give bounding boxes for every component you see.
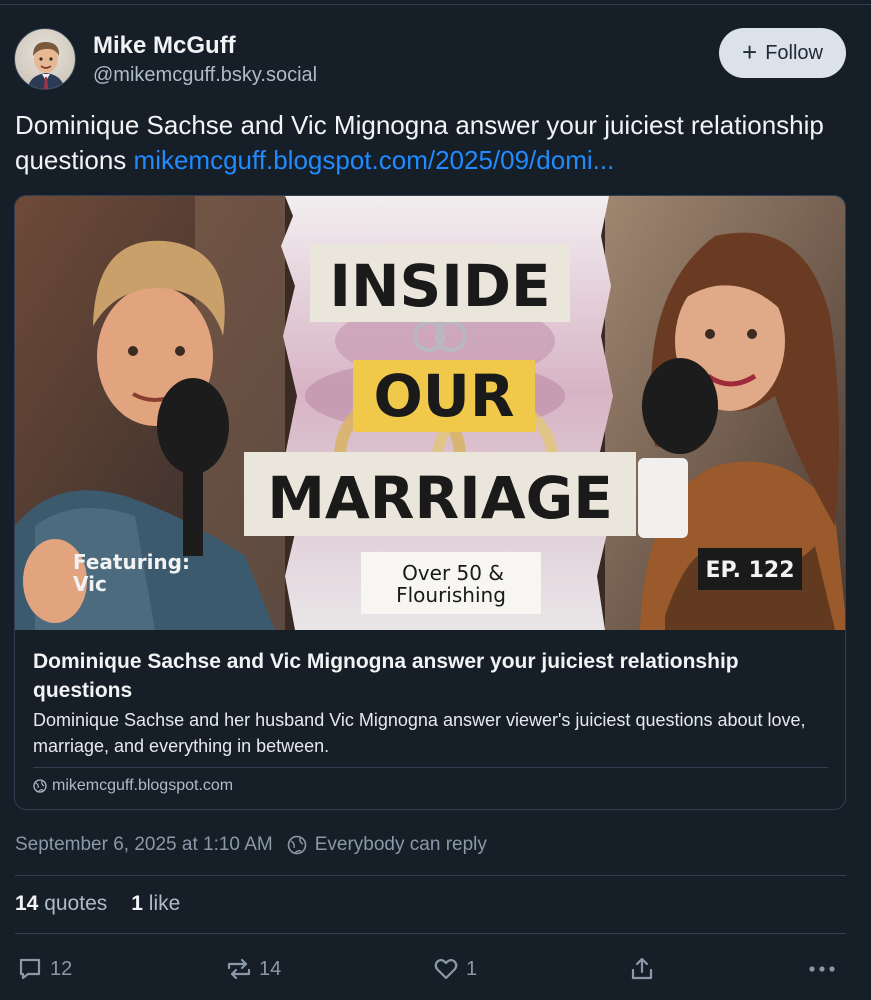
- thumb-title-line1: INSIDE: [329, 252, 550, 320]
- reply-button[interactable]: 12: [16, 955, 72, 983]
- display-name[interactable]: Mike McGuff: [93, 32, 236, 60]
- card-title[interactable]: Dominique Sachse and Vic Mignogna answer…: [33, 647, 823, 705]
- likes-count: 1: [131, 892, 143, 915]
- avatar-illustration: [27, 41, 65, 89]
- post-stats: 14 quotes 1 like: [15, 892, 180, 916]
- repost-count: 14: [259, 957, 282, 980]
- heart-icon: [434, 958, 458, 980]
- timestamp[interactable]: September 6, 2025 at 1:10 AM: [15, 834, 273, 856]
- handle[interactable]: @mikemcguff.bsky.social: [93, 64, 317, 87]
- repost-icon: [227, 958, 251, 980]
- divider: [15, 933, 846, 934]
- reply-setting-label: Everybody can reply: [314, 834, 487, 855]
- top-border: [0, 4, 871, 5]
- quotes-label: quotes: [44, 892, 108, 915]
- thumb-sub-line2: Flourishing: [396, 583, 506, 607]
- follow-button[interactable]: + Follow: [719, 28, 846, 78]
- post-meta: September 6, 2025 at 1:10 AM Everybody c…: [15, 834, 487, 856]
- likes-stat[interactable]: 1 like: [131, 892, 180, 916]
- like-count: 1: [466, 957, 478, 980]
- avatar[interactable]: [14, 28, 76, 90]
- repost-button[interactable]: 14: [225, 955, 281, 983]
- share-icon: [631, 957, 653, 980]
- thumb-title-line3: MARRIAGE: [267, 464, 613, 532]
- reply-count: 12: [50, 957, 73, 980]
- more-dots-icon: [809, 966, 835, 972]
- thumb-featuring-line1: Featuring:: [73, 550, 190, 574]
- card-divider: [33, 767, 828, 768]
- link-card[interactable]: INSIDE OUR MARRIAGE Over 50 & Flourishin…: [14, 195, 846, 810]
- divider: [15, 875, 846, 876]
- card-thumbnail: INSIDE OUR MARRIAGE Over 50 & Flourishin…: [15, 196, 845, 630]
- thumb-featuring-line2: Vic: [73, 572, 107, 596]
- card-domain-row: mikemcguff.blogspot.com: [33, 777, 233, 795]
- like-button[interactable]: 1: [432, 955, 477, 983]
- reply-setting[interactable]: Everybody can reply: [287, 834, 487, 856]
- card-description: Dominique Sachse and her husband Vic Mig…: [33, 710, 806, 756]
- post-link[interactable]: mikemcguff.blogspot.com/2025/09/domi...: [134, 145, 615, 175]
- share-button[interactable]: [628, 955, 656, 983]
- likes-label: like: [148, 892, 181, 915]
- card-domain: mikemcguff.blogspot.com: [52, 777, 234, 794]
- thumb-episode: EP. 122: [705, 558, 794, 583]
- follow-label: Follow: [765, 41, 823, 64]
- globe-icon: [287, 835, 307, 855]
- comment-icon: [19, 958, 41, 980]
- thumb-sub-line1: Over 50 &: [402, 561, 504, 585]
- plus-icon: +: [742, 37, 758, 67]
- globe-icon: [33, 779, 47, 793]
- thumbnail-image: INSIDE OUR MARRIAGE Over 50 & Flourishin…: [15, 196, 845, 630]
- thumb-title-line2: OUR: [373, 362, 514, 430]
- more-options-button[interactable]: [806, 955, 838, 983]
- post-text: Dominique Sachse and Vic Mignogna answer…: [15, 108, 860, 178]
- quotes-count: 14: [15, 892, 39, 915]
- quotes-stat[interactable]: 14 quotes: [15, 892, 107, 916]
